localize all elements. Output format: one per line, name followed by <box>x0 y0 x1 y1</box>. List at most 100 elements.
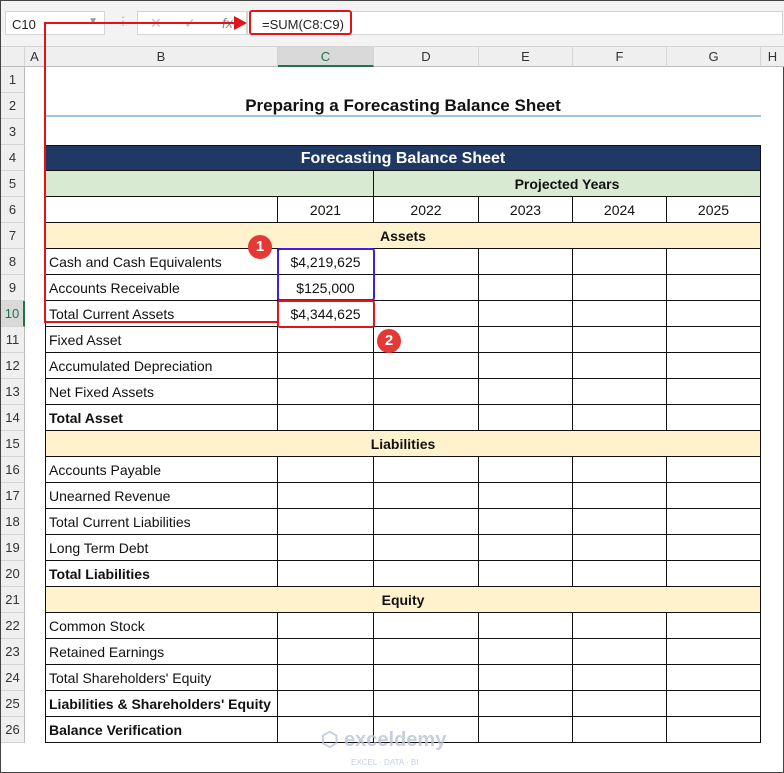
table-cell[interactable] <box>374 353 479 379</box>
table-cell[interactable] <box>374 561 479 587</box>
row-header-25[interactable]: 25 <box>1 691 25 717</box>
table-cell[interactable] <box>278 613 374 639</box>
row-header-6[interactable]: 6 <box>1 197 25 223</box>
table-cell[interactable] <box>278 509 374 535</box>
row-label[interactable]: Accumulated Depreciation <box>45 353 278 379</box>
table-cell[interactable] <box>573 691 667 717</box>
row-header-17[interactable]: 17 <box>1 483 25 509</box>
table-cell[interactable] <box>667 405 761 431</box>
table-cell[interactable] <box>667 327 761 353</box>
table-cell[interactable] <box>479 561 573 587</box>
table-cell[interactable] <box>479 249 573 275</box>
row-header-1[interactable]: 1 <box>1 67 25 93</box>
table-cell[interactable] <box>374 379 479 405</box>
table-cell[interactable] <box>667 379 761 405</box>
row-label[interactable]: Total Shareholders' Equity <box>45 665 278 691</box>
table-cell[interactable] <box>667 691 761 717</box>
row-header-13[interactable]: 13 <box>1 379 25 405</box>
table-cell[interactable] <box>278 379 374 405</box>
table-cell[interactable] <box>479 717 573 743</box>
table-cell[interactable] <box>667 301 761 327</box>
row-header-5[interactable]: 5 <box>1 171 25 197</box>
row-header-2[interactable]: 2 <box>1 93 25 119</box>
table-cell[interactable] <box>573 639 667 665</box>
column-header-f[interactable]: F <box>573 47 667 67</box>
table-cell[interactable] <box>479 275 573 301</box>
row-label[interactable]: Total Current Assets <box>45 301 278 327</box>
table-cell[interactable] <box>573 457 667 483</box>
column-header-g[interactable]: G <box>667 47 761 67</box>
row-header-9[interactable]: 9 <box>1 275 25 301</box>
table-cell[interactable] <box>573 327 667 353</box>
table-cell[interactable] <box>278 457 374 483</box>
row-header-7[interactable]: 7 <box>1 223 25 249</box>
table-cell[interactable] <box>278 353 374 379</box>
table-cell[interactable] <box>573 535 667 561</box>
row-label[interactable]: Total Current Liabilities <box>45 509 278 535</box>
table-cell[interactable] <box>479 405 573 431</box>
table-cell[interactable] <box>479 379 573 405</box>
table-cell[interactable] <box>278 483 374 509</box>
row-header-23[interactable]: 23 <box>1 639 25 665</box>
table-cell[interactable] <box>479 535 573 561</box>
table-cell[interactable] <box>278 665 374 691</box>
row-label[interactable]: Accounts Payable <box>45 457 278 483</box>
table-cell[interactable] <box>374 691 479 717</box>
table-cell[interactable] <box>479 327 573 353</box>
row-header-11[interactable]: 11 <box>1 327 25 353</box>
table-cell[interactable] <box>374 275 479 301</box>
row-header-20[interactable]: 20 <box>1 561 25 587</box>
table-cell[interactable] <box>667 509 761 535</box>
row-label[interactable]: Unearned Revenue <box>45 483 278 509</box>
row-label[interactable]: Balance Verification <box>45 717 278 743</box>
table-cell[interactable] <box>374 509 479 535</box>
table-cell[interactable] <box>573 301 667 327</box>
table-cell[interactable] <box>374 405 479 431</box>
table-cell[interactable] <box>278 405 374 431</box>
row-label[interactable]: Liabilities & Shareholders' Equity <box>45 691 278 717</box>
table-cell[interactable] <box>479 613 573 639</box>
row-label[interactable]: Net Fixed Assets <box>45 379 278 405</box>
row-label[interactable]: Fixed Asset <box>45 327 278 353</box>
row-header-14[interactable]: 14 <box>1 405 25 431</box>
row-label[interactable]: Long Term Debt <box>45 535 278 561</box>
row-header-19[interactable]: 19 <box>1 535 25 561</box>
table-cell[interactable] <box>278 561 374 587</box>
table-cell[interactable] <box>278 327 374 353</box>
table-cell[interactable] <box>374 249 479 275</box>
table-cell[interactable] <box>573 405 667 431</box>
row-header-15[interactable]: 15 <box>1 431 25 457</box>
row-header-21[interactable]: 21 <box>1 587 25 613</box>
row-label[interactable]: Total Asset <box>45 405 278 431</box>
row-header-18[interactable]: 18 <box>1 509 25 535</box>
table-cell[interactable] <box>479 301 573 327</box>
table-cell[interactable] <box>374 613 479 639</box>
select-all-corner[interactable] <box>1 47 25 67</box>
table-cell[interactable] <box>479 509 573 535</box>
row-header-24[interactable]: 24 <box>1 665 25 691</box>
table-cell[interactable] <box>573 379 667 405</box>
column-header-c[interactable]: C <box>278 47 374 67</box>
table-cell[interactable] <box>667 665 761 691</box>
table-cell[interactable] <box>667 249 761 275</box>
table-cell[interactable] <box>667 639 761 665</box>
table-cell[interactable] <box>278 639 374 665</box>
table-cell[interactable] <box>667 561 761 587</box>
table-cell[interactable] <box>667 613 761 639</box>
table-cell[interactable] <box>667 457 761 483</box>
row-header-22[interactable]: 22 <box>1 613 25 639</box>
table-cell[interactable] <box>479 353 573 379</box>
table-cell[interactable] <box>479 457 573 483</box>
row-header-10[interactable]: 10 <box>1 301 25 327</box>
table-cell[interactable] <box>667 275 761 301</box>
table-cell[interactable] <box>479 483 573 509</box>
table-cell[interactable] <box>573 561 667 587</box>
row-label[interactable]: Common Stock <box>45 613 278 639</box>
table-cell[interactable] <box>573 483 667 509</box>
row-label[interactable]: Cash and Cash Equivalents <box>45 249 278 275</box>
row-header-26[interactable]: 26 <box>1 717 25 743</box>
table-cell[interactable] <box>573 249 667 275</box>
table-cell[interactable] <box>479 691 573 717</box>
row-label[interactable]: Retained Earnings <box>45 639 278 665</box>
table-cell[interactable] <box>573 509 667 535</box>
